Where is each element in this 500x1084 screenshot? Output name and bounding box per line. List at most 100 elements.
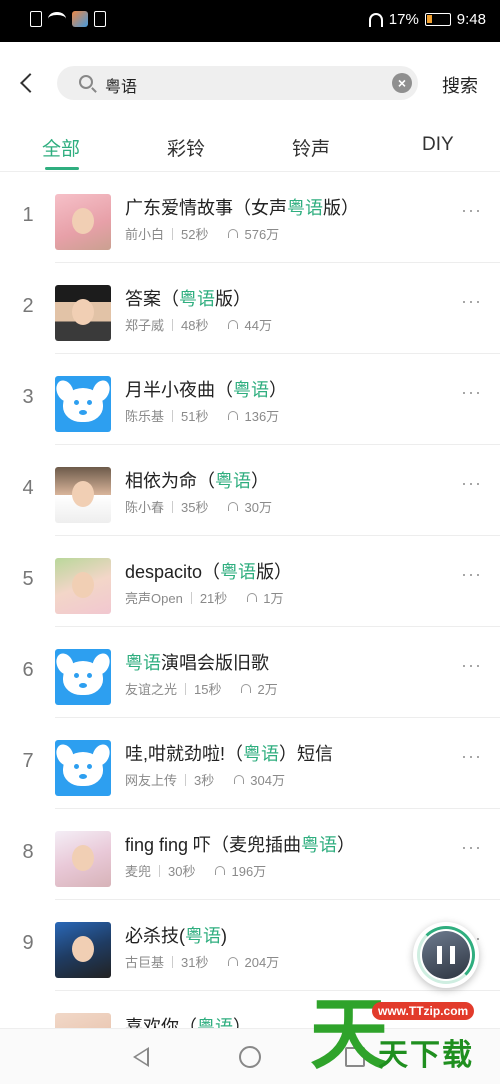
tab-all[interactable]: 全部 [42,134,80,161]
search-query: 粤语 [105,79,138,96]
search-input[interactable]: 粤语 × [57,66,418,100]
headphone-icon [215,866,226,875]
active-tab-indicator [45,167,79,170]
tab-ringback[interactable]: 彩铃 [167,134,205,161]
song-cover [55,558,111,614]
headphone-icon [228,229,239,238]
song-rank: 2 [22,295,34,317]
clear-icon[interactable]: × [392,73,412,93]
song-rank: 3 [22,386,34,408]
song-cover [55,194,111,250]
song-row[interactable]: 6 粤语演唱会版旧歌 友谊之光 15秒 2万 ··· [0,627,500,718]
search-header: 粤语 × 搜索 [0,42,500,124]
song-row[interactable]: 1 广东爱情故事（女声粤语版） 前小白 52秒 576万 ··· [0,172,500,263]
watermark-url: www.TTzip.com [372,1002,475,1020]
song-duration: 30秒 [168,864,196,879]
song-artist: 亮声Open [125,591,183,606]
more-icon[interactable]: ··· [461,473,482,494]
song-title: 相依为命（粤语） [125,471,269,491]
more-icon[interactable]: ··· [461,746,482,767]
song-duration: 3秒 [194,773,215,788]
nav-back-icon[interactable] [133,1047,149,1067]
default-cover-dog-icon [55,376,111,432]
song-meta: 亮声Open 21秒 1万 [125,588,284,607]
status-icons-right: 17% 9:48 [368,11,486,28]
song-row[interactable]: 5 despacito（粤语版） 亮声Open 21秒 1万 ··· [0,536,500,627]
song-cover [55,467,111,523]
search-icon [79,75,93,89]
song-rank: 4 [22,477,34,499]
mini-player-button[interactable] [413,922,479,988]
song-artist: 麦兜 [125,864,152,879]
song-rank: 9 [22,932,34,954]
song-title: 答案（粤语版） [125,289,251,309]
song-row[interactable]: 7 哇,咁就劲啦!（粤语）短信 网友上传 3秒 304万 ··· [0,718,500,809]
song-rank: 6 [22,659,34,681]
back-button[interactable] [12,66,42,100]
battery-icon [424,13,451,26]
song-artist: 陈乐基 [125,409,165,424]
battery-percent: 17% [388,11,419,28]
headphone-icon [228,957,239,966]
watermark-text: 天下载 [378,1039,474,1072]
default-cover-dog-icon [55,740,111,796]
song-meta: 古巨基 31秒 204万 [125,952,279,971]
headphone-icon [228,320,239,329]
back-arrow-icon [20,73,40,93]
song-artist: 网友上传 [125,773,178,788]
song-duration: 31秒 [181,955,209,970]
more-icon[interactable]: ··· [461,200,482,221]
song-row[interactable]: 8 fing fing 吓（麦兜插曲粤语） 麦兜 30秒 196万 ··· [0,809,500,900]
headphone-icon [234,775,245,784]
more-icon[interactable]: ··· [461,291,482,312]
song-artist: 古巨基 [125,955,165,970]
wifi-icon [48,12,66,26]
song-artist: 郑子威 [125,318,165,333]
song-duration: 51秒 [181,409,209,424]
song-plays: 304万 [250,773,285,788]
song-duration: 15秒 [194,682,222,697]
headphone-icon [228,502,239,511]
song-meta: 友谊之光 15秒 2万 [125,679,278,698]
tab-ringtone[interactable]: 铃声 [292,134,330,161]
tab-diy[interactable]: DIY [422,134,454,156]
song-title: despacito（粤语版） [125,562,293,582]
headphone-icon [228,411,239,420]
song-meta: 陈小春 35秒 30万 [125,497,272,516]
song-row[interactable]: 4 相依为命（粤语） 陈小春 35秒 30万 ··· [0,445,500,536]
more-icon[interactable]: ··· [461,382,482,403]
song-title: 哇,咁就劲啦!（粤语）短信 [125,744,334,764]
song-duration: 52秒 [181,227,209,242]
more-icon[interactable]: ··· [461,837,482,858]
search-button[interactable]: 搜索 [442,72,478,98]
song-rank: 7 [22,750,34,772]
song-meta: 郑子威 48秒 44万 [125,315,272,334]
song-title: 必杀技(粤语) [125,926,227,946]
song-duration: 48秒 [181,318,209,333]
sim-alert-icon [30,11,42,27]
pause-icon [437,946,455,964]
headphone-icon [247,593,258,602]
watermark-logo: 天 www.TTzip.com 天下载 [310,990,500,1084]
song-duration: 21秒 [199,591,228,606]
song-meta: 前小白 52秒 576万 [125,224,279,243]
nav-home-icon[interactable] [239,1046,261,1068]
status-bar: 17% 9:48 [0,0,500,42]
song-plays: 2万 [257,682,278,697]
song-plays: 30万 [244,500,272,515]
headset-icon [368,12,383,27]
song-row[interactable]: 2 答案（粤语版） 郑子威 48秒 44万 ··· [0,263,500,354]
song-meta: 网友上传 3秒 304万 [125,770,285,789]
more-icon[interactable]: ··· [461,655,482,676]
default-cover-dog-icon [55,649,111,705]
song-meta: 陈乐基 51秒 136万 [125,406,279,425]
song-artist: 友谊之光 [125,682,178,697]
more-icon[interactable]: ··· [461,564,482,585]
clock: 9:48 [456,11,486,28]
song-title: fing fing 吓（麦兜插曲粤语） [125,835,356,855]
song-cover [55,285,111,341]
song-artist: 前小白 [125,227,165,242]
song-plays: 204万 [244,955,280,970]
song-row[interactable]: 3 月半小夜曲（粤语） 陈乐基 51秒 136万 ··· [0,354,500,445]
song-title: 广东爱情故事（女声粤语版） [125,198,359,218]
